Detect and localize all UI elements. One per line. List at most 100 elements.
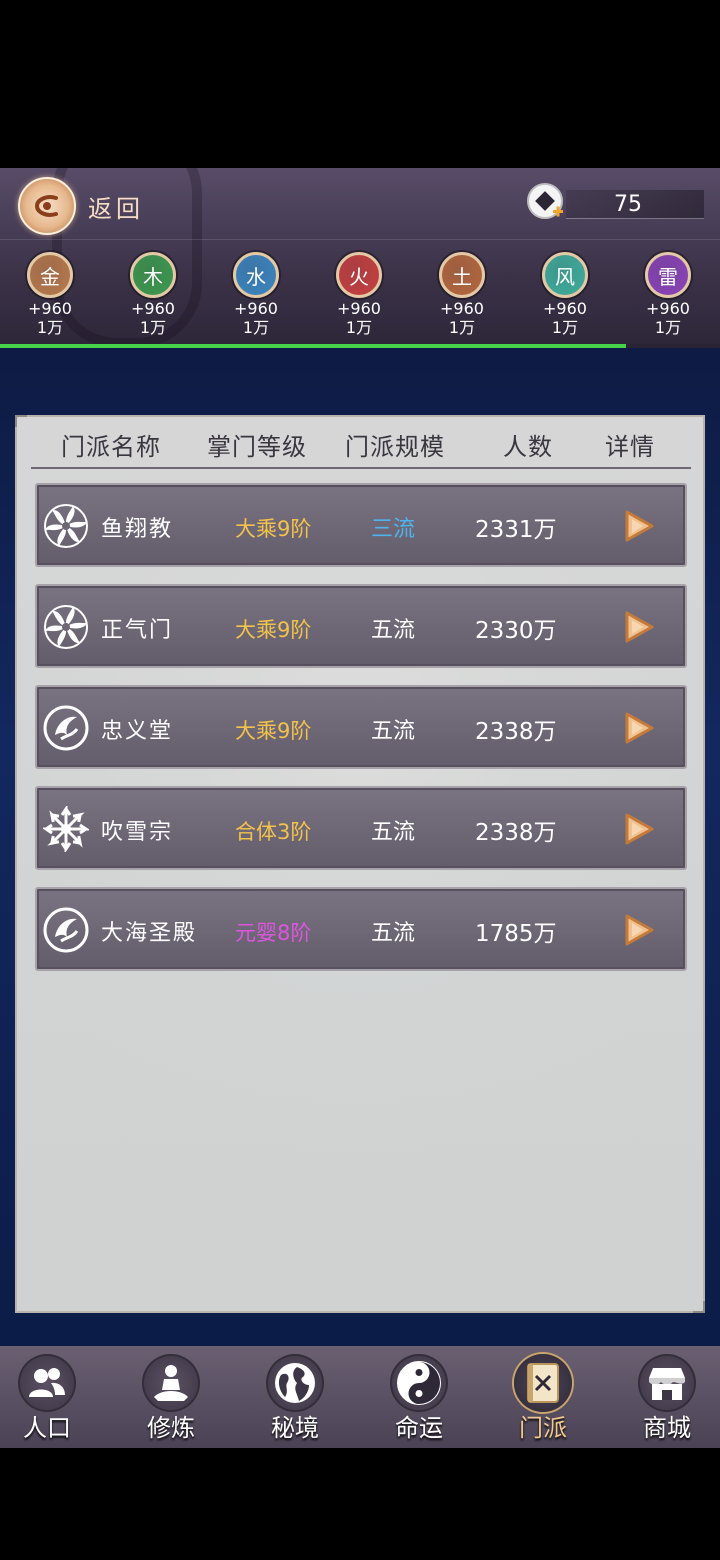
header-details: 详情 [605,433,655,461]
nav-item[interactable]: 命运 [359,1346,479,1448]
element-bonus: +960 [337,299,381,318]
table-header: 门派名称 掌门等级 门派规模 人数 详情 [17,427,707,467]
snowflake-sect-icon [43,806,89,852]
element-amount: 1万 [36,318,64,337]
element-amount: 1万 [242,318,270,337]
element-bonus: +960 [234,299,278,318]
element-resource[interactable]: 金 +960 1万 [10,252,90,337]
sect-scale: 三流 [371,517,416,542]
element-amount: 1万 [654,318,682,337]
back-icon [18,177,76,235]
element-orb-icon: 火 [336,252,382,298]
element-amount: 1万 [345,318,373,337]
nav-item[interactable]: 商城 [607,1346,720,1448]
element-bonus: +960 [28,299,72,318]
header-leader-level: 掌门等级 [207,433,307,461]
sect-name: 鱼翔教 [101,517,174,542]
phoenix-sect-icon [43,705,89,751]
element-resource[interactable]: 木 +960 1万 [113,252,193,337]
sect-book-icon [514,1354,572,1412]
element-resource[interactable]: 水 +960 1万 [216,252,296,337]
gem-plus-icon[interactable] [526,182,566,222]
element-orb-icon: 木 [130,252,176,298]
member-count: 2331万 [475,517,557,543]
element-bonus: +960 [646,299,690,318]
panel-corner [15,415,27,427]
people-icon [18,1354,76,1412]
globe-icon [266,1354,324,1412]
swirl-sect-icon [44,504,88,548]
element-resource[interactable]: 雷 +960 1万 [628,252,708,337]
details-arrow-icon[interactable] [623,610,655,644]
sect-list-panel: 门派名称 掌门等级 门派规模 人数 详情 鱼翔教 大乘9阶 三流 2331万 正气门 大乘… [15,415,705,1313]
sect-name: 忠义堂 [101,719,174,744]
element-progress-fill [0,344,627,348]
element-bonus: +960 [543,299,587,318]
details-arrow-icon[interactable] [623,509,655,543]
element-resource[interactable]: 火 +960 1万 [319,252,399,337]
currency-value: 75 [614,192,642,217]
nav-label: 人口 [23,1414,71,1442]
yin-yang-icon [390,1354,448,1412]
element-progress-bar [0,344,720,348]
sect-row[interactable]: 大海圣殿 元婴8阶 五流 1785万 [35,887,687,971]
nav-item[interactable]: 人口 [0,1346,107,1448]
sect-row[interactable]: 鱼翔教 大乘9阶 三流 2331万 [35,483,687,567]
sect-scale: 五流 [371,618,416,643]
nav-item[interactable]: 修炼 [111,1346,231,1448]
element-amount: 1万 [139,318,167,337]
header-divider [31,467,691,469]
leader-rank: 大乘9阶 [235,517,312,541]
top-bar: 返回 75 金 +960 1万木 +960 1万水 +960 1万火 +960 1万土 +960 1… [0,168,720,348]
phoenix-sect-icon [43,907,89,953]
member-count: 2338万 [475,719,557,745]
header-members: 人数 [503,433,553,461]
swirl-sect-icon [44,605,88,649]
topbar-divider [0,239,720,240]
member-count: 2338万 [475,820,557,846]
details-arrow-icon[interactable] [623,812,655,846]
element-resource[interactable]: 土 +960 1万 [422,252,502,337]
header-sect-name: 门派名称 [61,433,161,461]
element-resource[interactable]: 风 +960 1万 [525,252,605,337]
sect-row[interactable]: 忠义堂 大乘9阶 五流 2338万 [35,685,687,769]
sect-name: 吹雪宗 [101,820,174,845]
nav-item[interactable]: 门派 [483,1346,603,1448]
nav-item[interactable]: 秘境 [235,1346,355,1448]
element-bonus: +960 [131,299,175,318]
nav-label: 门派 [519,1414,567,1442]
details-arrow-icon[interactable] [623,913,655,947]
game-screen: 返回 75 金 +960 1万木 +960 1万水 +960 1万火 +960 1万土 +960 1… [0,168,720,1448]
sect-name: 正气门 [101,618,174,643]
element-orb-icon: 金 [27,252,73,298]
element-amount: 1万 [551,318,579,337]
bottom-nav: 人口 修炼 秘境 命运 门派 商城 [0,1346,720,1448]
leader-rank: 合体3阶 [235,820,312,844]
sect-name: 大海圣殿 [101,921,198,946]
sect-row[interactable]: 正气门 大乘9阶 五流 2330万 [35,584,687,668]
sect-row[interactable]: 吹雪宗 合体3阶 五流 2338万 [35,786,687,870]
element-resources: 金 +960 1万木 +960 1万水 +960 1万火 +960 1万土 +960 1万风 +960… [0,252,720,340]
element-orb-icon: 雷 [645,252,691,298]
sect-scale: 五流 [371,921,416,946]
element-amount: 1万 [448,318,476,337]
meditation-icon [142,1354,200,1412]
nav-label: 命运 [395,1414,443,1442]
element-bonus: +960 [440,299,484,318]
leader-rank: 大乘9阶 [235,719,312,743]
nav-label: 修炼 [147,1414,195,1442]
element-orb-icon: 水 [233,252,279,298]
nav-label: 秘境 [271,1414,319,1442]
element-orb-icon: 风 [542,252,588,298]
shop-icon [638,1354,696,1412]
details-arrow-icon[interactable] [623,711,655,745]
sect-scale: 五流 [371,820,416,845]
member-count: 2330万 [475,618,557,644]
leader-rank: 元婴8阶 [235,921,312,945]
element-orb-icon: 土 [439,252,485,298]
header-sect-scale: 门派规模 [345,433,445,461]
panel-corner [693,1301,705,1313]
nav-label: 商城 [643,1414,691,1442]
member-count: 1785万 [475,921,557,947]
back-button[interactable]: 返回 [18,176,144,236]
